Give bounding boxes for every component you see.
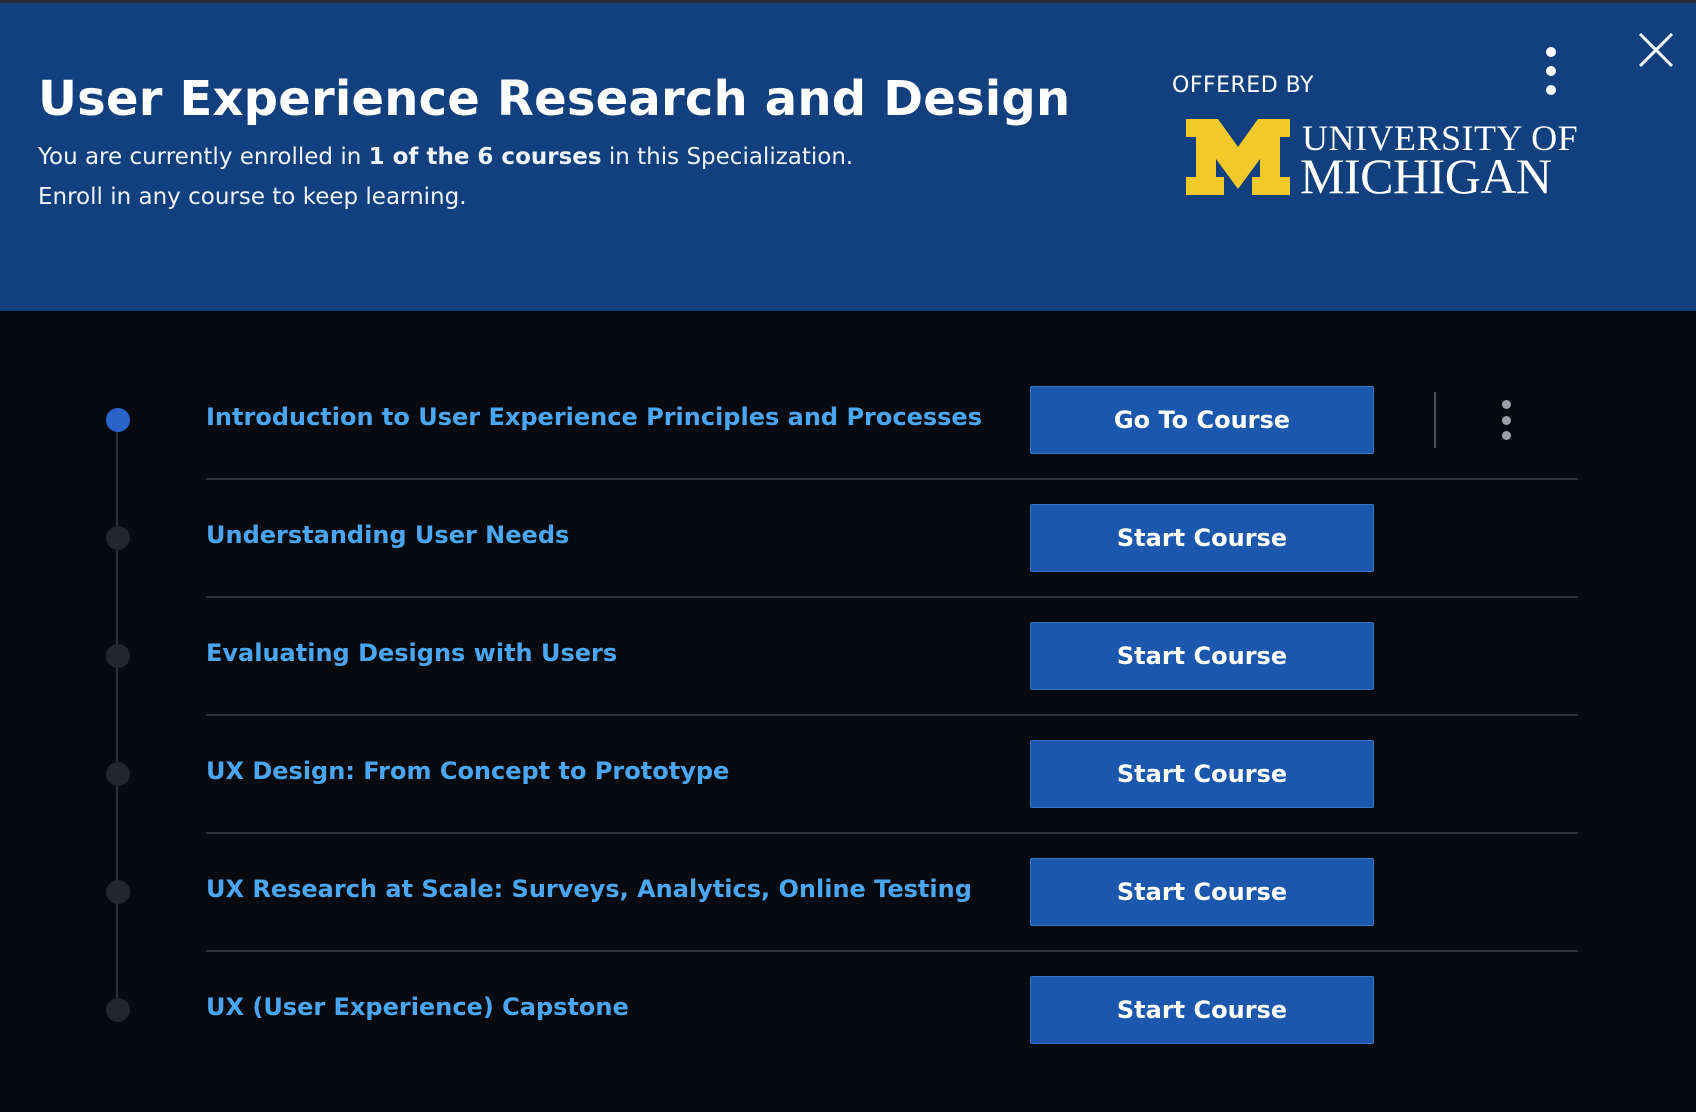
course-row: UX Research at Scale: Surveys, Analytics… [0, 842, 1696, 960]
progress-dot-icon [106, 880, 130, 904]
course-row: Understanding User Needs Start Course [0, 488, 1696, 606]
modal-header: User Experience Research and Design You … [0, 3, 1696, 311]
course-row: Evaluating Designs with Users Start Cour… [0, 606, 1696, 724]
enrollment-prefix: You are currently enrolled in [38, 144, 369, 170]
course-title-link[interactable]: UX Research at Scale: Surveys, Analytics… [206, 875, 972, 903]
course-title-link[interactable]: UX Design: From Concept to Prototype [206, 757, 729, 785]
university-name-line2: MICHIGAN [1300, 148, 1552, 204]
start-course-button[interactable]: Start Course [1030, 976, 1374, 1044]
start-course-button[interactable]: Start Course [1030, 740, 1374, 808]
university-of-michigan-logo: UNIVERSITY OF MICHIGAN [1186, 117, 1578, 204]
row-divider [206, 596, 1578, 598]
course-title-link[interactable]: Understanding User Needs [206, 521, 569, 549]
go-to-course-button[interactable]: Go To Course [1030, 386, 1374, 454]
start-course-button[interactable]: Start Course [1030, 622, 1374, 690]
course-row: UX (User Experience) Capstone Start Cour… [0, 960, 1696, 1078]
course-title-link[interactable]: Evaluating Designs with Users [206, 639, 617, 667]
enrollment-hint: Enroll in any course to keep learning. [38, 184, 467, 210]
enrollment-suffix: in this Specialization. [601, 144, 854, 170]
row-divider [206, 478, 1578, 480]
progress-dot-active-icon [106, 408, 130, 432]
specialization-title: User Experience Research and Design [38, 71, 1071, 127]
course-title-link[interactable]: Introduction to User Experience Principl… [206, 403, 982, 431]
row-divider [206, 832, 1578, 834]
course-row: UX Design: From Concept to Prototype Sta… [0, 724, 1696, 842]
progress-dot-icon [106, 526, 130, 550]
course-list: Introduction to User Experience Principl… [0, 311, 1696, 1112]
start-course-button[interactable]: Start Course [1030, 504, 1374, 572]
progress-dot-icon [106, 644, 130, 668]
block-m-icon [1186, 119, 1290, 195]
more-vertical-icon[interactable] [1538, 47, 1564, 95]
enrollment-status: You are currently enrolled in 1 of the 6… [38, 137, 853, 217]
course-row: Introduction to User Experience Principl… [0, 370, 1696, 488]
start-course-button[interactable]: Start Course [1030, 858, 1374, 926]
course-title-link[interactable]: UX (User Experience) Capstone [206, 993, 629, 1021]
specialization-modal: User Experience Research and Design You … [0, 0, 1696, 1112]
progress-dot-icon [106, 998, 130, 1022]
close-icon[interactable] [1636, 30, 1676, 70]
vertical-separator [1434, 392, 1436, 448]
more-vertical-icon[interactable] [1496, 400, 1516, 440]
row-divider [206, 950, 1578, 952]
enrollment-count: 1 of the 6 courses [368, 144, 602, 170]
offered-by-label: OFFERED BY [1172, 73, 1314, 98]
progress-dot-icon [106, 762, 130, 786]
row-divider [206, 714, 1578, 716]
